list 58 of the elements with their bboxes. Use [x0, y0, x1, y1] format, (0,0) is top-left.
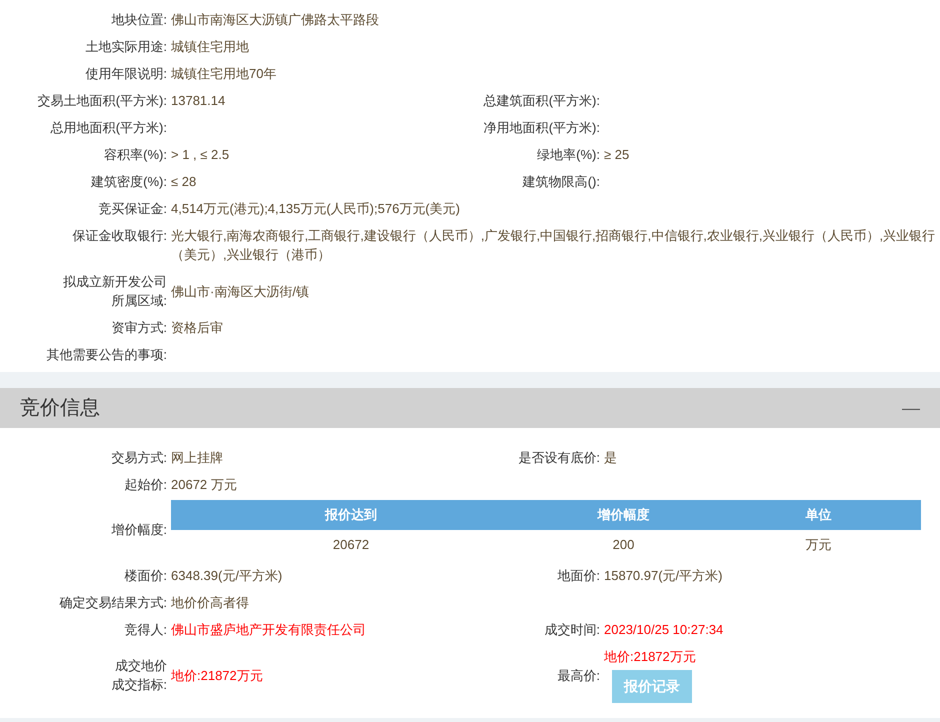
- field-label: 地块位置:: [110, 11, 167, 29]
- field-value: 城镇住宅用地70年: [171, 65, 276, 83]
- field-label: 竞买保证金:: [97, 200, 167, 218]
- collapse-button[interactable]: —: [902, 394, 920, 422]
- field-value: 地价:21872万元: [171, 666, 263, 684]
- field-label: 成交时间:: [543, 621, 600, 639]
- field-value: 13781.14: [171, 92, 226, 110]
- field-label: 净用地面积(平方米):: [482, 119, 600, 137]
- field-label: 楼面价:: [123, 567, 167, 585]
- field-label: 是否设有底价:: [517, 449, 600, 467]
- table-cell-text: 万元: [804, 536, 832, 554]
- section-title: 竞价信息: [20, 396, 100, 421]
- field-label: 使用年限说明:: [84, 65, 167, 83]
- field-label: 交易土地面积(平方米):: [36, 92, 167, 110]
- table-cell-text: 200: [612, 536, 636, 554]
- field-label: 容积率(%):: [103, 146, 167, 164]
- field-value: 地价:21872万元: [604, 648, 696, 666]
- field-value: 4,514万元(港元);4,135万元(人民币);576万元(美元): [171, 200, 460, 218]
- field-label: 绿地率(%):: [536, 146, 600, 164]
- column-header: 报价达到: [324, 506, 378, 524]
- field-label: 起始价:: [123, 476, 167, 494]
- field-value: > 1 , ≤ 2.5: [171, 146, 230, 164]
- field-value: 是: [604, 449, 617, 467]
- field-label: 资审方式:: [110, 319, 167, 337]
- field-label: 成交地价: [115, 657, 167, 675]
- field-label: 最高价:: [556, 666, 600, 684]
- field-label: 总用地面积(平方米):: [50, 119, 167, 137]
- field-value: 佛山市南海区大沥镇广佛路太平路段: [171, 11, 379, 29]
- field-label: 所属区域:: [111, 292, 167, 310]
- field-label: 土地实际用途:: [84, 38, 167, 56]
- field-label: 其他需要公告的事项:: [45, 346, 167, 364]
- field-label: 建筑密度(%):: [90, 173, 167, 191]
- field-value: 光大银行,南海农商银行,工商银行,建设银行（人民币）,广发银行,中国银行,招商银行,中信银行,农业银行,兴业银行（人民币）,兴业银行（美元）,兴业银行（港币）: [171, 227, 936, 264]
- field-value: 2023/10/25 10:27:34: [604, 621, 724, 639]
- field-label: 保证金收取银行:: [71, 227, 167, 245]
- table-cell-text: 20672: [332, 536, 370, 554]
- field-value: 佛山市盛庐地产开发有限责任公司: [171, 621, 366, 639]
- field-label: 总建筑面积(平方米):: [482, 92, 600, 110]
- field-label: 地面价:: [556, 567, 600, 585]
- field-label: 建筑物限高():: [522, 173, 600, 191]
- field-value: 佛山市·南海区大沥街/镇: [171, 282, 309, 300]
- field-value: 15870.97(元/平方米): [604, 567, 722, 585]
- field-value: 6348.39(元/平方米): [171, 567, 282, 585]
- field-value: 网上挂牌: [171, 449, 223, 467]
- field-label: 增价幅度:: [110, 521, 167, 540]
- field-label: 确定交易结果方式:: [58, 594, 167, 612]
- field-value: ≤ 28: [171, 173, 196, 191]
- field-label: 竞得人:: [123, 621, 167, 639]
- field-value: 资格后审: [171, 319, 223, 337]
- field-value: ≥ 25: [604, 146, 630, 164]
- field-value: 20672 万元: [171, 476, 237, 494]
- field-label: 拟成立新开发公司: [63, 273, 167, 291]
- field-label: 成交指标:: [111, 676, 167, 694]
- column-header: 单位: [804, 506, 832, 524]
- column-header: 增价幅度: [596, 506, 650, 524]
- field-value: 地价价高者得: [171, 594, 249, 612]
- field-value: 城镇住宅用地: [171, 38, 249, 56]
- field-label: 交易方式:: [110, 449, 167, 467]
